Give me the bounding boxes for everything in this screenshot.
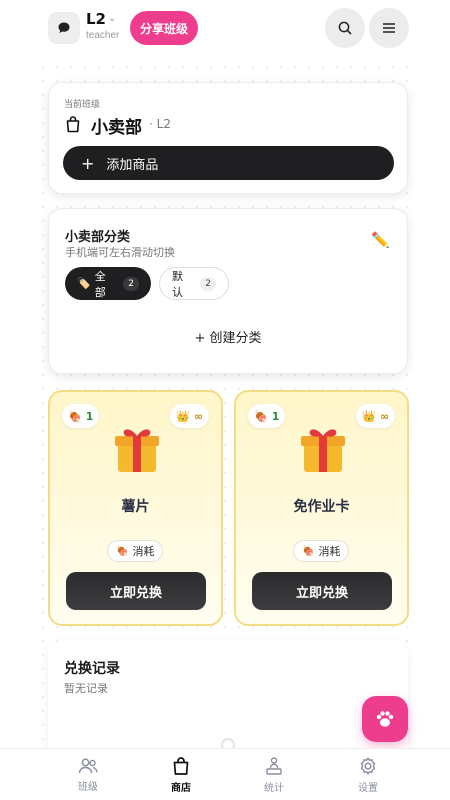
tab-label: 商店	[171, 783, 191, 794]
menu-button[interactable]	[369, 8, 409, 48]
consume-tag: 🍖 消耗	[107, 540, 164, 562]
records-title: 兑换记录	[64, 661, 120, 677]
cost-value: 1	[271, 409, 280, 423]
stock-value: ∞	[379, 409, 389, 423]
product-name: 免作业卡	[293, 499, 350, 515]
create-category-button[interactable]: + 创建分类	[49, 327, 407, 346]
edit-pencil-icon[interactable]: ✏️	[371, 231, 390, 249]
tag-icon: 🏷️	[77, 277, 91, 290]
bottom-tab-bar: 班级 商店 统计 设置	[0, 748, 450, 800]
shopping-bag-icon	[173, 757, 189, 775]
records-empty: 暂无记录	[64, 682, 108, 695]
stock-value: ∞	[193, 409, 203, 423]
cost-badge: 🍖 1	[62, 404, 100, 428]
tab-label: 统计	[264, 783, 284, 794]
podium-icon	[266, 757, 282, 775]
consume-label: 消耗	[318, 545, 341, 558]
tab-class[interactable]: 班级	[48, 749, 128, 800]
class-name[interactable]: L2	[86, 10, 106, 28]
paw-icon	[376, 711, 394, 727]
category-chip-label: 全部	[94, 269, 106, 299]
chevron-down-icon[interactable]: ⌄	[108, 13, 116, 24]
gift-icon	[301, 429, 345, 472]
crown-icon: 👑	[176, 409, 190, 423]
tab-shop[interactable]: 商店	[141, 749, 221, 800]
search-button[interactable]	[325, 8, 365, 48]
share-class-button[interactable]: 分享班级	[130, 11, 199, 45]
redeem-button[interactable]: 立即兑换	[252, 572, 392, 610]
category-chip-count: 2	[123, 276, 139, 291]
category-hint: 手机端可左右滑动切换	[65, 246, 175, 259]
category-chip-count: 2	[200, 276, 216, 291]
tab-label: 设置	[358, 783, 378, 794]
user-role: teacher	[86, 30, 120, 41]
cost-value: 1	[85, 409, 94, 423]
people-icon	[78, 758, 98, 774]
chat-bubble-icon	[58, 22, 70, 33]
stock-badge: 👑 ∞	[170, 404, 209, 428]
current-class-label: 当前班级	[64, 100, 101, 110]
cost-badge: 🍖 1	[248, 404, 286, 428]
paw-fab-button[interactable]	[362, 696, 408, 742]
tab-label: 班级	[78, 782, 98, 793]
redeem-button[interactable]: 立即兑换	[66, 572, 206, 610]
add-product-button[interactable]: + 添加商品	[63, 146, 394, 180]
stock-badge: 👑 ∞	[356, 404, 395, 428]
drumstick-icon: 🍖	[302, 545, 315, 557]
category-title: 小卖部分类	[65, 230, 131, 245]
crown-icon: 👑	[362, 409, 376, 423]
tab-stats[interactable]: 统计	[234, 749, 314, 800]
tab-settings[interactable]: 设置	[328, 749, 408, 800]
shop-class-tag: · L2	[149, 117, 171, 131]
hamburger-menu-icon	[383, 23, 395, 33]
product-card[interactable]: 🍖 1 👑 ∞ 薯片 🍖 消耗 立即兑换	[48, 390, 223, 626]
add-product-label: 添加商品	[106, 157, 159, 173]
consume-label: 消耗	[132, 545, 155, 558]
shop-title: 小卖部	[91, 118, 142, 138]
category-chip-all[interactable]: 🏷️ 全部 2	[65, 267, 151, 300]
gift-icon	[115, 429, 159, 472]
plus-icon: +	[81, 153, 95, 173]
product-name: 薯片	[121, 499, 150, 515]
current-class-card: 当前班级 小卖部 · L2 + 添加商品	[48, 82, 408, 194]
category-chip-label: 默认	[172, 269, 183, 299]
top-header: L2 ⌄ teacher 分享班级	[0, 0, 450, 60]
consume-tag: 🍖 消耗	[293, 540, 350, 562]
category-chip-default[interactable]: 默认 2	[159, 267, 229, 300]
drumstick-icon: 🍖	[254, 409, 268, 423]
chat-button[interactable]	[48, 12, 80, 44]
product-card[interactable]: 🍖 1 👑 ∞ 免作业卡 🍖 消耗 立即兑换	[234, 390, 409, 626]
drumstick-icon: 🍖	[68, 409, 82, 423]
drumstick-icon: 🍖	[116, 545, 129, 557]
gear-icon	[360, 757, 376, 775]
category-card: 小卖部分类 手机端可左右滑动切换 ✏️ 🏷️ 全部 2 默认 2 + 创建分类	[48, 208, 408, 374]
shopping-bag-icon	[66, 116, 80, 133]
search-icon	[338, 21, 352, 35]
